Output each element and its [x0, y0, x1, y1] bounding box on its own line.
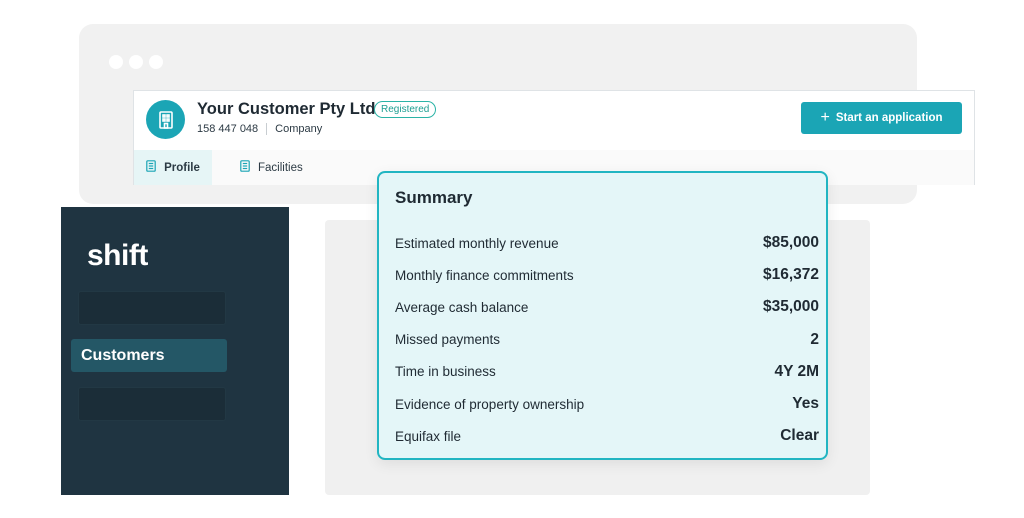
tab-profile[interactable]: Profile: [134, 150, 212, 185]
summary-row: Time in business 4Y 2M: [395, 356, 819, 388]
summary-value: Yes: [792, 395, 819, 413]
summary-label: Estimated monthly revenue: [395, 235, 559, 251]
customer-name: Your Customer Pty Ltd: [197, 100, 376, 118]
summary-list: Estimated monthly revenue $85,000 Monthl…: [395, 227, 819, 452]
summary-label: Equifax file: [395, 428, 462, 444]
summary-row: Average cash balance $35,000: [395, 291, 819, 323]
sidebar-item-placeholder[interactable]: [78, 387, 226, 421]
window-dot-icon: [129, 55, 143, 69]
tab-facilities[interactable]: Facilities: [240, 150, 303, 185]
document-icon: [146, 160, 156, 175]
customer-meta: 158 447 048 Company: [197, 123, 322, 135]
shift-logo: shift: [87, 239, 148, 272]
summary-label: Time in business: [395, 364, 496, 380]
summary-value: Clear: [780, 427, 819, 445]
sidebar-item-placeholder[interactable]: [78, 291, 226, 325]
customer-entity-type: Company: [275, 123, 323, 135]
window-controls: [109, 55, 163, 69]
sidebar-item-customers[interactable]: Customers: [71, 339, 227, 372]
customer-header: Your Customer Pty Ltd Registered 158 447…: [134, 91, 974, 151]
meta-divider: [266, 123, 268, 135]
summary-card: Summary Estimated monthly revenue $85,00…: [377, 171, 828, 460]
sidebar: shift Customers: [61, 207, 289, 495]
summary-value: 2: [810, 330, 819, 348]
summary-value: $16,372: [762, 266, 819, 284]
customer-abn: 158 447 048: [197, 123, 259, 135]
document-icon: [240, 160, 250, 175]
summary-label: Evidence of property ownership: [395, 396, 585, 412]
summary-label: Monthly finance commitments: [395, 267, 574, 283]
summary-row: Evidence of property ownership Yes: [395, 388, 819, 420]
summary-title: Summary: [395, 188, 473, 207]
summary-row: Equifax file Clear: [395, 420, 819, 452]
window-dot-icon: [149, 55, 163, 69]
summary-value: $85,000: [762, 234, 819, 252]
summary-value: 4Y 2M: [774, 362, 819, 380]
start-application-label: Start an application: [835, 112, 943, 124]
summary-row: Estimated monthly revenue $85,000: [395, 227, 819, 259]
summary-value: $35,000: [762, 298, 819, 316]
tab-facilities-label: Facilities: [258, 161, 303, 174]
status-badge: Registered: [374, 101, 437, 118]
start-application-button[interactable]: + Start an application: [801, 102, 962, 134]
building-icon: [146, 100, 185, 139]
tab-profile-label: Profile: [164, 161, 200, 174]
window-dot-icon: [109, 55, 123, 69]
summary-label: Average cash balance: [395, 299, 529, 315]
summary-row: Monthly finance commitments $16,372: [395, 259, 819, 291]
plus-icon: +: [820, 109, 830, 126]
summary-row: Missed payments 2: [395, 324, 819, 356]
summary-label: Missed payments: [395, 332, 501, 348]
